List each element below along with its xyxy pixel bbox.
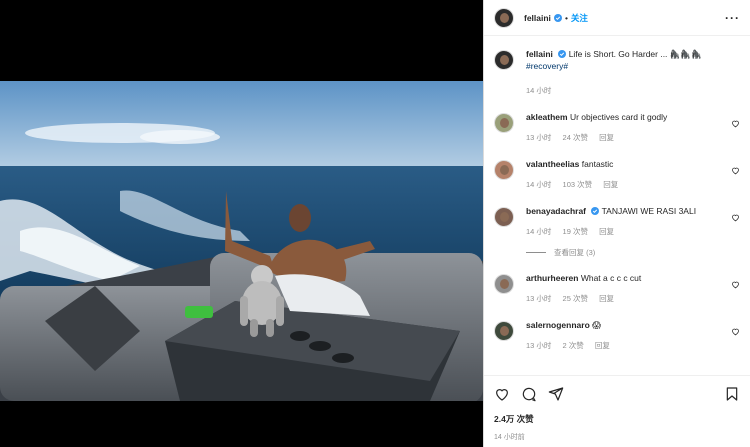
more-options-icon[interactable]: ··· bbox=[725, 11, 740, 25]
bookmark-icon[interactable] bbox=[724, 386, 740, 402]
share-icon[interactable] bbox=[548, 386, 564, 402]
comment-username[interactable]: akleathem bbox=[526, 112, 568, 122]
comment-likes[interactable]: 19 次赞 bbox=[563, 227, 588, 236]
comment-likes[interactable]: 103 次赞 bbox=[563, 180, 593, 189]
comment-text: TANJAWI WE RASI 3ALI bbox=[601, 206, 697, 216]
comment-time: 13 小时 bbox=[526, 341, 552, 350]
comment-username[interactable]: arthurheeren bbox=[526, 273, 578, 283]
caption-text: Life is Short. Go Harder ... 🦍🦍🦍 bbox=[568, 49, 702, 59]
commenter-avatar[interactable] bbox=[494, 207, 514, 227]
comment-username[interactable]: salernogennaro bbox=[526, 320, 590, 330]
follow-button[interactable]: 关注 bbox=[571, 12, 588, 24]
comment-text: What a c c c cut bbox=[580, 273, 642, 283]
likes-count[interactable]: 2.4万 次赞 bbox=[494, 413, 740, 425]
comment-username[interactable]: valantheelias bbox=[526, 159, 579, 169]
comment-text: fantastic bbox=[581, 159, 614, 169]
media-panel bbox=[0, 0, 483, 447]
action-bar: 2.4万 次赞 14 小时前 bbox=[484, 375, 750, 442]
commenter-avatar[interactable] bbox=[494, 274, 514, 294]
heart-icon[interactable] bbox=[731, 327, 740, 336]
comment-item: benayadachraf TANJAWI WE RASI 3ALI 14 小时… bbox=[494, 205, 740, 238]
comment-text: Ur objectives card it godly bbox=[569, 112, 668, 122]
comment-item: salernogennaro 😱 13 小时 2 次赞 回复 bbox=[494, 319, 740, 352]
commenter-avatar[interactable] bbox=[494, 113, 514, 133]
post-header: fellaini • 关注 ··· bbox=[484, 0, 750, 36]
comment-likes[interactable]: 24 次赞 bbox=[563, 133, 588, 142]
author-avatar[interactable] bbox=[494, 7, 514, 28]
view-replies-button[interactable]: 查看回复 (3) bbox=[526, 247, 740, 258]
comment-time: 14 小时 bbox=[526, 227, 552, 236]
comment-icon[interactable] bbox=[521, 386, 537, 402]
post-side-panel: fellaini • 关注 ··· fellaini Life is Short… bbox=[483, 0, 750, 447]
heart-icon[interactable] bbox=[731, 280, 740, 289]
author-avatar[interactable] bbox=[494, 50, 514, 70]
caption-hashtag[interactable]: #recovery# bbox=[526, 61, 568, 71]
divider bbox=[526, 252, 546, 253]
comment-likes[interactable]: 25 次赞 bbox=[563, 294, 588, 303]
comment-item: valantheelias fantastic 14 小时 103 次赞 回复 bbox=[494, 158, 740, 191]
author-username[interactable]: fellaini bbox=[524, 13, 551, 23]
reply-button[interactable]: 回复 bbox=[603, 180, 618, 189]
commenter-avatar[interactable] bbox=[494, 321, 514, 341]
dot-separator: • bbox=[564, 12, 568, 23]
caption-time: 14 小时 bbox=[526, 86, 552, 95]
caption-username[interactable]: fellaini bbox=[526, 49, 553, 59]
commenter-avatar[interactable] bbox=[494, 160, 514, 180]
heart-icon[interactable] bbox=[731, 119, 740, 128]
comment-likes[interactable]: 2 次赞 bbox=[563, 341, 584, 350]
comment-item: arthurheeren What a c c c cut 13 小时 25 次… bbox=[494, 272, 740, 305]
comment-item: akleathem Ur objectives card it godly 13… bbox=[494, 111, 740, 144]
post-photo[interactable] bbox=[0, 81, 483, 401]
reply-button[interactable]: 回复 bbox=[595, 341, 610, 350]
verified-badge-icon bbox=[553, 13, 562, 22]
heart-icon[interactable] bbox=[731, 213, 740, 222]
post-timestamp: 14 小时前 bbox=[494, 434, 525, 441]
verified-badge-icon bbox=[591, 207, 600, 215]
verified-badge-icon bbox=[558, 50, 567, 58]
view-replies-label[interactable]: 查看回复 (3) bbox=[554, 247, 595, 258]
comment-username[interactable]: benayadachraf bbox=[526, 206, 586, 216]
comment-time: 14 小时 bbox=[526, 180, 552, 189]
comment-time: 13 小时 bbox=[526, 133, 552, 142]
heart-icon[interactable] bbox=[731, 166, 740, 175]
comment-time: 13 小时 bbox=[526, 294, 552, 303]
comments-list[interactable]: fellaini Life is Short. Go Harder ... 🦍🦍… bbox=[484, 36, 750, 375]
reply-button[interactable]: 回复 bbox=[599, 227, 614, 236]
caption: fellaini Life is Short. Go Harder ... 🦍🦍… bbox=[494, 48, 740, 97]
comment-text: 😱 bbox=[592, 320, 602, 330]
heart-icon[interactable] bbox=[494, 386, 510, 402]
reply-button[interactable]: 回复 bbox=[599, 133, 614, 142]
reply-button[interactable]: 回复 bbox=[599, 294, 614, 303]
